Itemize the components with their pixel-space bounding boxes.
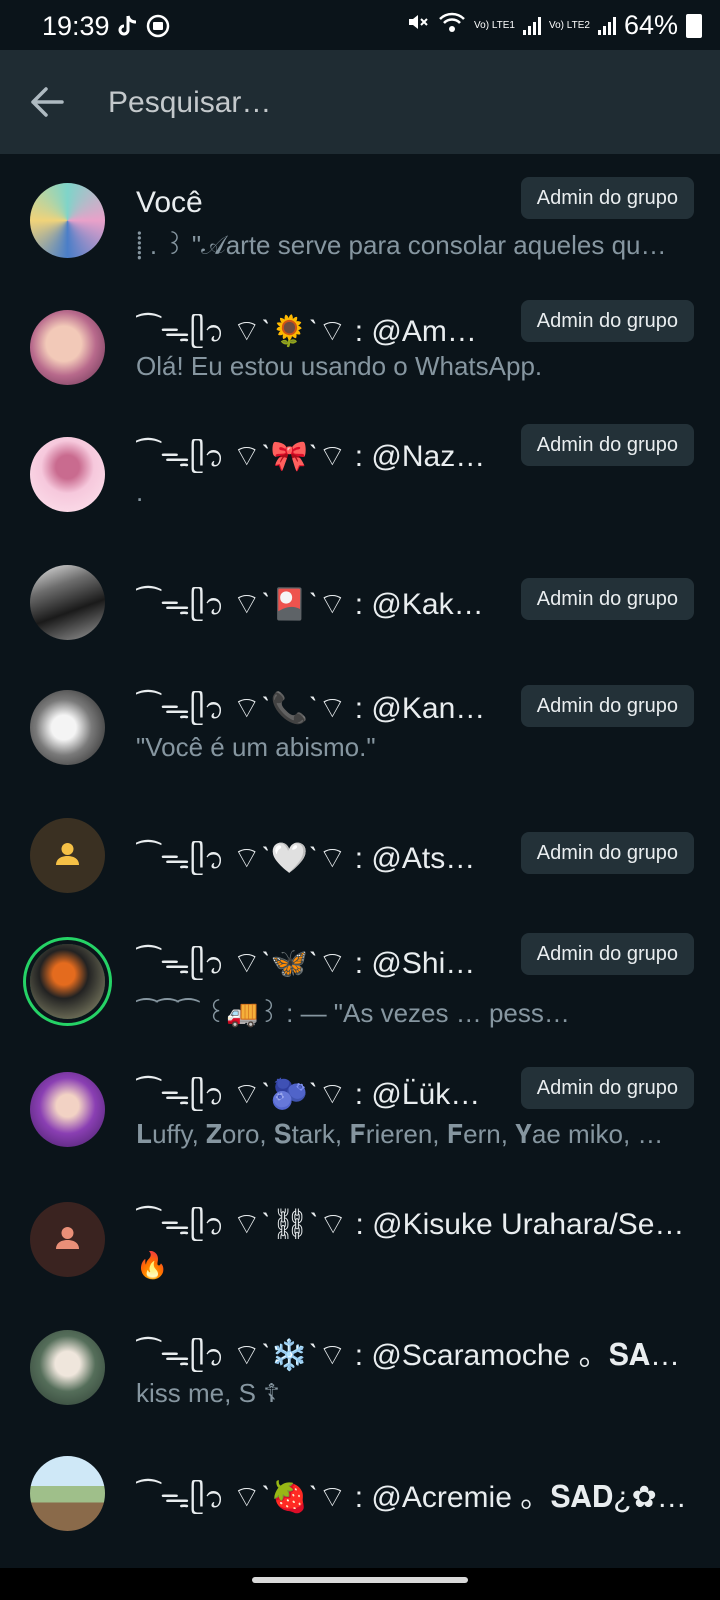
member-status: ⁀⁀⁀ ꒰🚚꒱ : — "As vezes … pess… <box>136 998 570 1028</box>
member-status: 🔥 <box>136 1250 169 1280</box>
member-name: ⁀ᯓᥫ᭡ ⌔ˋ🫐ˋ⌔ : @L̈üke̋ •… <box>136 1078 491 1111</box>
member-status: Olá! Eu estou usando o WhatsApp. <box>136 351 543 381</box>
list-item[interactable]: ⁀ᯓᥫ᭡ ⌔ˋ🎀ˋ⌔ : @Nazun… Admin do grupo . <box>0 424 720 525</box>
admin-badge: Admin do grupo <box>520 832 694 874</box>
tiktok-icon <box>116 14 138 44</box>
avatar[interactable] <box>30 1072 105 1147</box>
admin-badge: Admin do grupo <box>520 685 694 727</box>
avatar[interactable] <box>30 437 105 512</box>
admin-badge: Admin do grupo <box>520 300 694 342</box>
list-item[interactable]: Você Admin do grupo ⸽ . ꒱ "𝒜arte serve p… <box>0 176 720 276</box>
status-time: 19:39 <box>42 11 110 41</box>
avatar[interactable] <box>30 310 105 385</box>
member-name: ⁀ᯓᥫ᭡ ⌔ˋ🤍ˋ⌔ : @Atsus… <box>136 842 491 875</box>
sim1-label: Vo) LTE1 <box>474 19 515 31</box>
member-status: ⸽ . ꒱ "𝒜arte serve para consolar aqueles… <box>136 230 667 260</box>
media-icon <box>146 14 170 44</box>
signal-icon <box>597 16 616 35</box>
member-status: 𝐋uffy, 𝐙oro, 𝐒tark, 𝐅rieren, 𝐅ern, 𝐘ae m… <box>136 1119 664 1149</box>
admin-badge: Admin do grupo <box>520 933 694 975</box>
avatar[interactable] <box>30 818 105 893</box>
admin-badge: Admin do grupo <box>520 578 694 620</box>
admin-badge: Admin do grupo <box>520 424 694 466</box>
member-name: ⁀ᯓᥫ᭡ ⌔ˋ⛓ˋ⌔ : @Kisuke Urahara/Sep… <box>136 1208 691 1241</box>
battery-icon <box>686 13 702 38</box>
list-item[interactable]: ⁀ᯓᥫ᭡ ⌔ˋ🍓ˋ⌔ : @Acremie 。𝐒𝐀𝐃¿✿ᨳ… <box>0 1454 720 1544</box>
search-header <box>0 50 720 154</box>
member-name: ⁀ᯓᥫ᭡ ⌔ˋ🦋ˋ⌔ : @Shino… <box>136 947 491 980</box>
signal-icon <box>523 16 541 35</box>
member-name: ⁀ᯓᥫ᭡ ⌔ˋ🍓ˋ⌔ : @Acremie 。𝐒𝐀𝐃¿✿ᨳ… <box>136 1481 691 1514</box>
avatar[interactable] <box>30 1456 105 1531</box>
admin-badge: Admin do grupo <box>520 177 694 219</box>
list-item[interactable]: ⁀ᯓᥫ᭡ ⌔ˋ❄️ˋ⌔ : @Scaramoche 。𝐒𝐀𝐃… kiss me,… <box>0 1322 720 1422</box>
list-item[interactable]: ⁀ᯓᥫ᭡ ⌔ˋ📞ˋ⌔ : @Kanek… Admin do grupo "Voc… <box>0 676 720 776</box>
member-status: "Você é um abismo." <box>136 732 376 762</box>
mute-icon <box>406 10 430 41</box>
list-item[interactable]: ⁀ᯓᥫ᭡ ⌔ˋ⛓ˋ⌔ : @Kisuke Urahara/Sep… 🔥 <box>0 1194 720 1294</box>
home-gesture-handle[interactable] <box>252 1577 468 1583</box>
list-item[interactable]: ⁀ᯓᥫ᭡ ⌔ˋ🤍ˋ⌔ : @Atsus… Admin do grupo <box>0 814 720 904</box>
member-name: Você <box>136 186 203 219</box>
wifi-icon <box>438 10 466 41</box>
navigation-bar <box>0 1568 720 1600</box>
avatar[interactable] <box>30 183 105 258</box>
search-input[interactable] <box>106 78 670 128</box>
list-item[interactable]: ⁀ᯓᥫ᭡ ⌔ˋ🎴ˋ⌔ : @Kakuc… Admin do grupo <box>0 560 720 650</box>
sim2-label: Vo) LTE2 <box>549 19 590 31</box>
avatar[interactable] <box>30 1202 105 1277</box>
back-arrow-icon[interactable] <box>30 82 64 122</box>
status-bar: 19:39 Vo) LTE1 Vo) LTE2 64% <box>0 0 720 50</box>
person-icon <box>56 1227 79 1249</box>
avatar[interactable] <box>30 1330 105 1405</box>
person-icon <box>56 843 79 865</box>
member-name: ⁀ᯓᥫ᭡ ⌔ˋ🎴ˋ⌔ : @Kakuc… <box>136 588 491 621</box>
member-status: . <box>136 477 144 507</box>
avatar[interactable] <box>30 690 105 765</box>
list-item[interactable]: ⁀ᯓᥫ᭡ ⌔ˋ🦋ˋ⌔ : @Shino… Admin do grupo ⁀⁀⁀ … <box>0 933 720 1033</box>
member-status: kiss me, S ☦ <box>136 1378 281 1408</box>
list-item[interactable]: ⁀ᯓᥫ᭡ ⌔ˋ🫐ˋ⌔ : @L̈üke̋ •… Admin do grupo 𝐋… <box>0 1067 720 1167</box>
avatar[interactable] <box>30 944 105 1019</box>
battery-percent: 64% <box>623 10 678 40</box>
list-item[interactable]: ⁀ᯓᥫ᭡ ⌔ˋ🌻ˋ⌔ : @Amor… Admin do grupo Olá! … <box>0 300 720 401</box>
admin-badge: Admin do grupo <box>520 1067 694 1109</box>
avatar[interactable] <box>30 565 105 640</box>
